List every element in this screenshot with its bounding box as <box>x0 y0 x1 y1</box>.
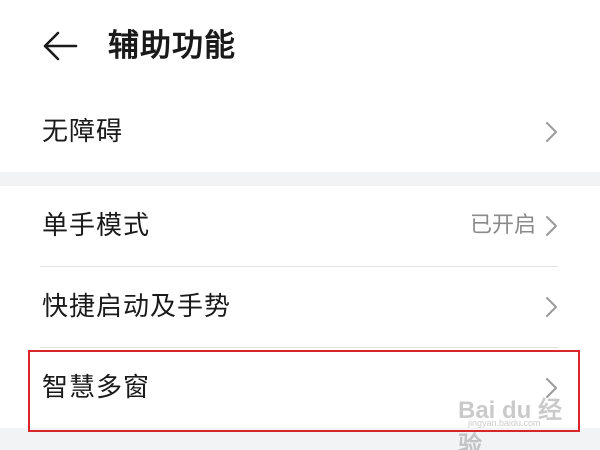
setting-label: 智慧多窗 <box>42 373 151 403</box>
chevron-right-icon <box>546 297 557 317</box>
setting-label: 单手模式 <box>42 211 151 241</box>
setting-label: 无障碍 <box>42 117 124 147</box>
settings-card-top: 无障碍 <box>0 92 600 172</box>
setting-status: 已开启 <box>469 213 536 238</box>
page-title: 辅助功能 <box>108 28 236 64</box>
chevron-right-icon <box>546 122 557 142</box>
section-divider <box>0 172 600 186</box>
page-header: 辅助功能 <box>0 0 600 92</box>
setting-row-accessibility[interactable]: 无障碍 <box>0 92 600 172</box>
setting-row-one-handed-mode[interactable]: 单手模式 已开启 <box>0 186 600 266</box>
setting-label: 快捷启动及手势 <box>42 292 232 322</box>
setting-row-smart-multiwindow[interactable]: 智慧多窗 <box>0 348 600 428</box>
arrow-left-icon <box>43 31 78 61</box>
settings-card-main: 单手模式 已开启 快捷启动及手势 智慧多窗 <box>0 186 600 428</box>
settings-page: 辅助功能 无障碍 单手模式 已开启 快捷启动及手势 智慧多窗 Bai du 经验… <box>0 0 600 450</box>
setting-row-shortcuts-gestures[interactable]: 快捷启动及手势 <box>0 267 600 347</box>
chevron-right-icon <box>546 216 557 236</box>
chevron-right-icon <box>546 378 557 398</box>
bottom-section-divider <box>0 428 600 450</box>
back-button[interactable] <box>32 20 88 72</box>
